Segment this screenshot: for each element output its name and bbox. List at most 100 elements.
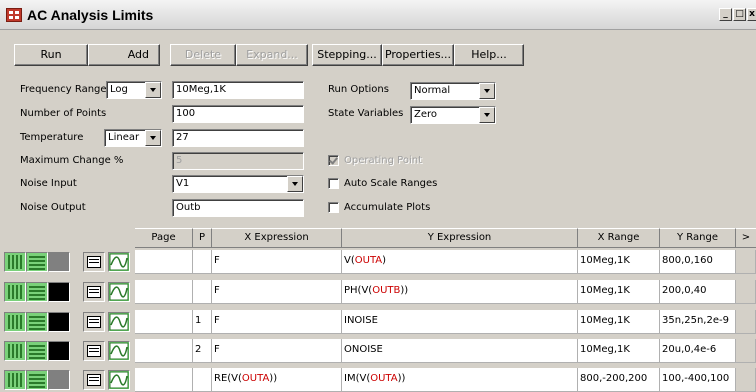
color-swatch[interactable] bbox=[48, 341, 70, 361]
y-expression-cell[interactable]: V(OUTA) bbox=[342, 250, 578, 274]
accumulate-label: Accumulate Plots bbox=[344, 202, 431, 213]
column-layout-icon[interactable] bbox=[4, 341, 26, 361]
operating-point-checkbox[interactable] bbox=[328, 155, 339, 166]
temperature-mode-select[interactable]: Linear bbox=[104, 129, 162, 147]
x-expression-cell[interactable]: RE(V(OUTA)) bbox=[212, 368, 342, 392]
chevron-down-icon[interactable] bbox=[479, 107, 495, 123]
page-cell[interactable] bbox=[135, 310, 193, 334]
waveform-icon[interactable] bbox=[108, 282, 130, 302]
maximize-button[interactable]: □ bbox=[733, 8, 746, 21]
x-expression-cell[interactable]: F bbox=[212, 310, 342, 334]
row-layout-icon[interactable] bbox=[26, 252, 48, 272]
add-button[interactable]: Add bbox=[88, 44, 160, 66]
grid-icon[interactable] bbox=[83, 312, 105, 332]
chevron-down-icon[interactable] bbox=[287, 176, 303, 192]
x-expression-cell[interactable]: F bbox=[212, 280, 342, 304]
accumulate-checkbox[interactable] bbox=[328, 202, 339, 213]
grid-icon[interactable] bbox=[83, 341, 105, 361]
x-range-cell[interactable]: 800,-200,200 bbox=[578, 368, 660, 392]
page-cell[interactable] bbox=[135, 250, 193, 274]
run-options-select[interactable]: Normal bbox=[410, 82, 496, 100]
column-layout-icon[interactable] bbox=[4, 282, 26, 302]
page-cell[interactable] bbox=[135, 368, 193, 392]
column-layout-icon[interactable] bbox=[4, 370, 26, 390]
column-header-x-expression[interactable]: X Expression bbox=[212, 228, 342, 248]
grid-icon[interactable] bbox=[83, 370, 105, 390]
x-range-cell[interactable]: 10Meg,1K bbox=[578, 339, 660, 363]
column-header-y-range[interactable]: Y Range bbox=[660, 228, 736, 248]
expand-button[interactable]: Expand... bbox=[236, 44, 308, 66]
column-header-x-range[interactable]: X Range bbox=[578, 228, 660, 248]
column-header-p[interactable]: P bbox=[193, 228, 212, 248]
expr-node: OUTB bbox=[372, 285, 401, 296]
expr-text: ) bbox=[382, 255, 387, 266]
waveform-icon[interactable] bbox=[108, 341, 130, 361]
color-swatch[interactable] bbox=[48, 252, 70, 272]
waveform-icon[interactable] bbox=[108, 252, 130, 272]
page-cell[interactable] bbox=[135, 339, 193, 363]
max-change-field[interactable]: 5 bbox=[172, 152, 304, 170]
column-header-page[interactable]: Page bbox=[135, 228, 193, 248]
column-header-y-expression[interactable]: Y Expression bbox=[342, 228, 578, 248]
number-of-points-field[interactable]: 100 bbox=[172, 105, 304, 123]
noise-output-field[interactable]: Outb bbox=[172, 199, 304, 217]
p-cell[interactable] bbox=[193, 280, 212, 304]
color-swatch[interactable] bbox=[48, 282, 70, 302]
y-expression-cell[interactable]: INOISE bbox=[342, 310, 578, 334]
y-range-cell[interactable]: 200,0,40 bbox=[660, 280, 736, 304]
x-range-cell[interactable]: 10Meg,1K bbox=[578, 310, 660, 334]
color-swatch[interactable] bbox=[48, 312, 70, 332]
row-layout-icon[interactable] bbox=[26, 341, 48, 361]
x-range-cell[interactable]: 10Meg,1K bbox=[578, 250, 660, 274]
run-button[interactable]: Run bbox=[14, 44, 88, 66]
y-range-cell[interactable]: 35n,25n,2e-9 bbox=[660, 310, 736, 334]
expr-text: RE(V( bbox=[214, 373, 242, 384]
frequency-range-mode-select[interactable]: Log bbox=[106, 81, 162, 99]
page-cell[interactable] bbox=[135, 280, 193, 304]
p-cell[interactable]: 2 bbox=[193, 339, 212, 363]
auto-scale-label: Auto Scale Ranges bbox=[344, 178, 438, 189]
stepping-button[interactable]: Stepping... bbox=[312, 44, 382, 66]
waveform-icon[interactable] bbox=[108, 312, 130, 332]
grid-icon[interactable] bbox=[83, 252, 105, 272]
state-variables-select[interactable]: Zero bbox=[410, 106, 496, 124]
y-range-cell[interactable]: 800,0,160 bbox=[660, 250, 736, 274]
row-layout-icon[interactable] bbox=[26, 370, 48, 390]
p-cell[interactable] bbox=[193, 368, 212, 392]
extra-cell bbox=[736, 339, 756, 363]
frequency-range-field[interactable]: 10Meg,1K bbox=[172, 81, 304, 99]
app-icon bbox=[6, 8, 22, 22]
operating-point-label: Operating Point bbox=[344, 155, 423, 166]
column-header-more[interactable]: > bbox=[736, 228, 756, 248]
grid-icon[interactable] bbox=[83, 282, 105, 302]
temperature-field[interactable]: 27 bbox=[172, 129, 304, 147]
y-expression-cell[interactable]: IM(V(OUTA)) bbox=[342, 368, 578, 392]
chevron-down-icon[interactable] bbox=[145, 82, 161, 98]
x-expression-cell[interactable]: F bbox=[212, 250, 342, 274]
p-cell[interactable] bbox=[193, 250, 212, 274]
waveform-icon[interactable] bbox=[108, 370, 130, 390]
y-range-cell[interactable]: 20u,0,4e-6 bbox=[660, 339, 736, 363]
noise-input-value: V1 bbox=[176, 178, 190, 189]
row-layout-icon[interactable] bbox=[26, 312, 48, 332]
extra-cell bbox=[736, 250, 756, 274]
row-layout-icon[interactable] bbox=[26, 282, 48, 302]
auto-scale-checkbox[interactable] bbox=[328, 178, 339, 189]
close-button[interactable]: x bbox=[747, 8, 756, 21]
color-swatch[interactable] bbox=[48, 370, 70, 390]
y-expression-cell[interactable]: ONOISE bbox=[342, 339, 578, 363]
column-layout-icon[interactable] bbox=[4, 252, 26, 272]
delete-button[interactable]: Delete bbox=[170, 44, 236, 66]
properties-button[interactable]: Properties... bbox=[382, 44, 454, 66]
y-expression-cell[interactable]: PH(V(OUTB)) bbox=[342, 280, 578, 304]
column-layout-icon[interactable] bbox=[4, 312, 26, 332]
help-button[interactable]: Help... bbox=[454, 44, 524, 66]
minimize-button[interactable]: _ bbox=[719, 8, 732, 21]
y-range-cell[interactable]: 100,-400,100 bbox=[660, 368, 736, 392]
noise-input-select[interactable]: V1 bbox=[172, 175, 304, 193]
p-cell[interactable]: 1 bbox=[193, 310, 212, 334]
chevron-down-icon[interactable] bbox=[479, 83, 495, 99]
x-range-cell[interactable]: 10Meg,1K bbox=[578, 280, 660, 304]
chevron-down-icon[interactable] bbox=[145, 130, 161, 146]
x-expression-cell[interactable]: F bbox=[212, 339, 342, 363]
